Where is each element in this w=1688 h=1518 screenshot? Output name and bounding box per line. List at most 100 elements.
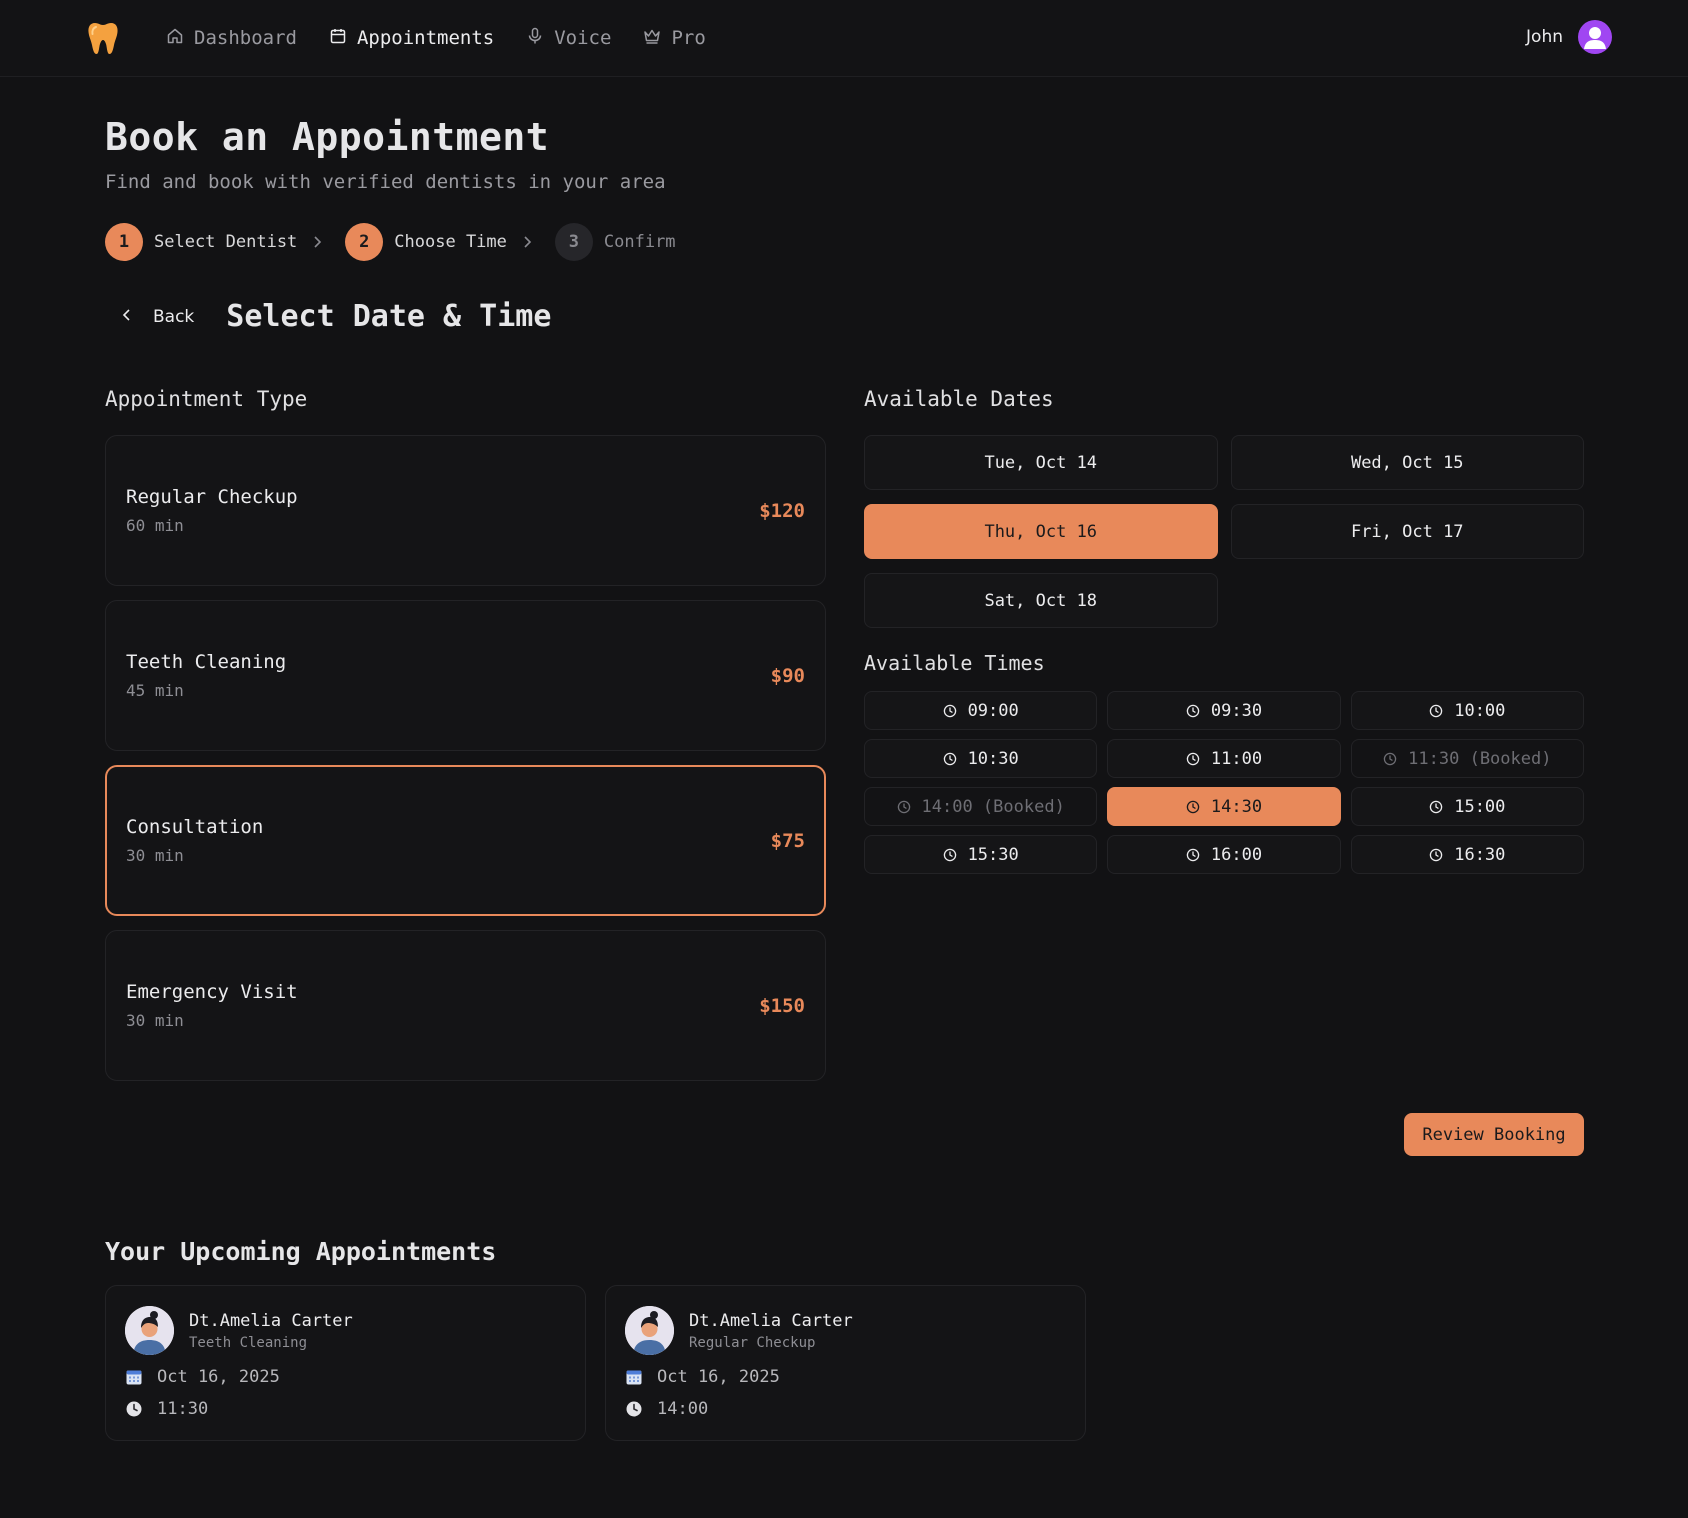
type-card-teeth-cleaning[interactable]: Teeth Cleaning 45 min $90	[105, 600, 826, 751]
top-nav-bar: Dashboard Appointments Voice Pro John	[0, 0, 1688, 77]
clock-icon	[1429, 704, 1443, 718]
time-slot-label: 09:30	[1210, 700, 1263, 721]
time-slot[interactable]: 10:30	[864, 739, 1098, 778]
type-price: $150	[759, 994, 805, 1017]
date-button[interactable]: Fri, Oct 17	[1230, 504, 1584, 559]
time-slot[interactable]: 15:30	[864, 835, 1098, 874]
appointment-time: 14:00	[657, 1399, 709, 1419]
appointment-type-title: Appointment Type	[105, 387, 308, 411]
time-slot-selected[interactable]: 14:30	[1107, 787, 1341, 826]
clock-icon	[1186, 800, 1200, 814]
page-subtitle: Find and book with verified dentists in …	[105, 171, 666, 193]
times-grid: 09:00 09:30 10:00 10:30 11:00 11:30 (Booked) 1…	[864, 691, 1584, 874]
section-header: Back Select Date & Time	[105, 299, 1583, 334]
time-slot-label: 10:00	[1454, 700, 1506, 721]
type-card-consultation[interactable]: Consultation 30 min $75	[105, 765, 826, 916]
clock-icon	[943, 848, 957, 862]
upcoming-title: Your Upcoming Appointments	[105, 1237, 497, 1266]
user-name: John	[1526, 27, 1563, 47]
time-slot-label: 14:00 (Booked)	[921, 796, 1065, 817]
available-times-title: Available Times	[864, 651, 1045, 675]
step-confirm[interactable]: 3 Confirm	[554, 223, 676, 261]
user-avatar-icon[interactable]	[1578, 20, 1612, 54]
calendar-icon	[125, 1368, 143, 1386]
time-slot[interactable]: 15:00	[1350, 787, 1584, 826]
step-number: 3	[554, 223, 593, 261]
clock-icon	[1186, 848, 1200, 862]
back-button[interactable]: Back	[105, 307, 208, 327]
clock-icon	[1429, 848, 1443, 862]
clock-icon	[1383, 752, 1397, 766]
time-slot-label: 11:00	[1210, 748, 1263, 769]
section-title: Select Date & Time	[226, 299, 552, 334]
chevron-left-icon	[121, 307, 133, 327]
review-booking-button[interactable]: Review Booking	[1404, 1113, 1584, 1156]
crown-icon	[643, 27, 661, 50]
step-choose-time[interactable]: 2 Choose Time	[345, 223, 507, 261]
clock-icon	[125, 1400, 143, 1418]
chevron-right-icon	[311, 235, 323, 249]
step-label: Select Dentist	[154, 232, 298, 252]
nav-pro-label: Pro	[671, 27, 706, 49]
appointment-time: 11:30	[157, 1399, 209, 1419]
time-slot-booked: 14:00 (Booked)	[864, 787, 1098, 826]
nav-appointments[interactable]: Appointments	[329, 27, 494, 50]
doctor-avatar	[625, 1306, 674, 1355]
appointment-card[interactable]: Dt.Amelia Carter Regular Checkup Oct 16,…	[605, 1285, 1086, 1441]
step-label: Confirm	[603, 232, 676, 252]
time-slot[interactable]: 16:00	[1107, 835, 1341, 874]
nav-voice-label: Voice	[554, 27, 612, 49]
time-slot-booked: 11:30 (Booked)	[1350, 739, 1584, 778]
appointment-card[interactable]: Dt.Amelia Carter Teeth Cleaning Oct 16, …	[105, 1285, 586, 1441]
clock-icon	[897, 800, 911, 814]
microphone-icon	[526, 27, 544, 50]
type-name: Regular Checkup	[126, 486, 298, 508]
type-name: Consultation	[126, 816, 264, 838]
time-slot-label: 16:00	[1210, 844, 1263, 865]
nav-dashboard[interactable]: Dashboard	[166, 27, 297, 50]
time-slot-label: 11:30 (Booked)	[1408, 748, 1552, 769]
type-price: $90	[770, 664, 805, 687]
page-title: Book an Appointment	[105, 115, 550, 159]
doctor-avatar	[125, 1306, 174, 1355]
step-number: 2	[345, 223, 384, 261]
time-slot[interactable]: 11:00	[1107, 739, 1341, 778]
nav-voice[interactable]: Voice	[526, 27, 611, 50]
time-slot[interactable]: 10:00	[1350, 691, 1584, 730]
doctor-name: Dt.Amelia Carter	[189, 1310, 353, 1331]
home-icon	[166, 27, 184, 50]
time-slot-label: 15:30	[967, 844, 1019, 865]
date-button[interactable]: Tue, Oct 14	[864, 435, 1218, 490]
clock-icon	[1186, 752, 1200, 766]
date-button[interactable]: Wed, Oct 15	[1230, 435, 1584, 490]
time-slot-label: 16:30	[1454, 844, 1506, 865]
time-slot-label: 14:30	[1210, 796, 1263, 817]
available-dates-title: Available Dates	[864, 387, 1054, 411]
time-slot[interactable]: 09:00	[864, 691, 1098, 730]
type-card-regular-checkup[interactable]: Regular Checkup 60 min $120	[105, 435, 826, 586]
step-select-dentist[interactable]: 1 Select Dentist	[105, 223, 297, 261]
upcoming-appointments: Dt.Amelia Carter Teeth Cleaning Oct 16, …	[105, 1285, 1086, 1441]
main-nav: Dashboard Appointments Voice Pro	[166, 27, 706, 50]
time-slot-label: 10:30	[967, 748, 1019, 769]
appointment-date: Oct 16, 2025	[657, 1367, 780, 1387]
nav-appointments-label: Appointments	[356, 27, 495, 49]
appointment-date: Oct 16, 2025	[157, 1367, 280, 1387]
clock-icon	[1186, 704, 1200, 718]
type-card-emergency-visit[interactable]: Emergency Visit 30 min $150	[105, 930, 826, 1081]
clock-icon	[1429, 800, 1443, 814]
back-label: Back	[153, 306, 195, 327]
time-slot[interactable]: 16:30	[1350, 835, 1584, 874]
date-button-selected[interactable]: Thu, Oct 16	[864, 504, 1218, 559]
time-slot-label: 09:00	[967, 700, 1019, 721]
time-slot[interactable]: 09:30	[1107, 691, 1341, 730]
nav-pro[interactable]: Pro	[643, 27, 706, 50]
user-menu[interactable]: John	[1526, 20, 1612, 54]
tooth-logo-icon[interactable]	[86, 20, 120, 56]
nav-dashboard-label: Dashboard	[194, 27, 297, 49]
date-time-column: Available Dates Tue, Oct 14 Wed, Oct 15 …	[864, 387, 1584, 874]
clock-icon	[943, 704, 957, 718]
appointment-type: Regular Checkup	[689, 1334, 816, 1351]
type-duration: 30 min	[126, 846, 184, 865]
date-button[interactable]: Sat, Oct 18	[864, 573, 1218, 628]
